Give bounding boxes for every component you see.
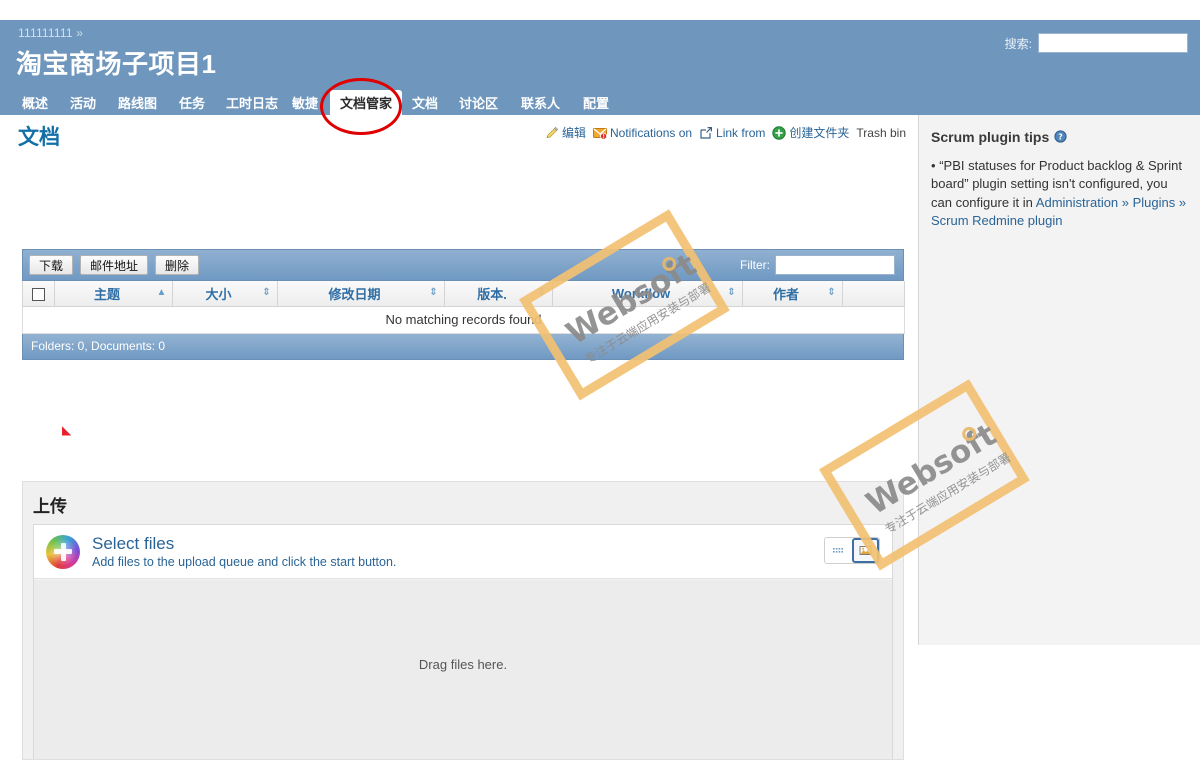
column-label-author: 作者 bbox=[772, 286, 799, 302]
list-view-button[interactable] bbox=[825, 538, 852, 563]
select-all-header[interactable] bbox=[22, 281, 55, 307]
filter-input[interactable] bbox=[775, 255, 895, 275]
column-label-modified: 修改日期 bbox=[328, 286, 381, 302]
search-label: 搜索: bbox=[1004, 36, 1032, 51]
create-folder-label[interactable]: 创建文件夹 bbox=[789, 124, 849, 141]
table-header-row: 主题 ▲ 大小 ⇕ 修改日期 ⇕ 版本. ⇕ Workflow ⇕ 作者 ⇕ bbox=[22, 281, 905, 307]
page-root: 111111111 » 淘宝商场子项目1 搜索: 概述 活动 路线图 任务 工时… bbox=[0, 0, 1200, 760]
upload-section: 上传 Select files Add files to the upload … bbox=[22, 481, 904, 760]
documents-panel: 下载 邮件地址 删除 Filter: 主题 ▲ 大小 ⇕ 修改日期 ⇕ 版本. … bbox=[22, 249, 905, 360]
trash-bin-label[interactable]: Trash bin bbox=[856, 126, 906, 140]
table-row: No matching records found bbox=[22, 306, 905, 334]
file-uploader: Select files Add files to the upload que… bbox=[33, 524, 893, 759]
filter-group: Filter: bbox=[740, 255, 895, 275]
filter-label: Filter: bbox=[740, 258, 770, 272]
documents-table: 主题 ▲ 大小 ⇕ 修改日期 ⇕ 版本. ⇕ Workflow ⇕ 作者 ⇕ N… bbox=[22, 281, 905, 334]
content-title: 文档 bbox=[18, 126, 60, 149]
notifications-label[interactable]: Notifications on bbox=[610, 126, 692, 140]
tab-overview[interactable]: 概述 bbox=[18, 90, 52, 115]
sort-both-icon: ⇕ bbox=[827, 287, 836, 299]
thumbnail-view-button[interactable] bbox=[852, 538, 879, 563]
contextual-toolbar: 编辑 Notifications on Link from 创建文件夹 Tras… bbox=[545, 124, 906, 141]
main-content: 文档 编辑 Notifications on Link from 创建文件夹 T… bbox=[0, 115, 918, 760]
breadcrumb-separator: » bbox=[76, 26, 84, 40]
delete-button[interactable]: 删除 bbox=[155, 255, 200, 275]
edit-label[interactable]: 编辑 bbox=[562, 124, 586, 141]
page-title-project: 淘宝商场子项目1 bbox=[16, 49, 217, 79]
column-header-modified[interactable]: 修改日期 ⇕ bbox=[277, 281, 445, 307]
tab-roadmap[interactable]: 路线图 bbox=[114, 90, 161, 115]
tab-dmsf[interactable]: 文档管家 bbox=[330, 90, 403, 115]
table-toolbar: 下载 邮件地址 删除 Filter: bbox=[22, 249, 904, 281]
drop-zone[interactable]: Drag files here. bbox=[34, 580, 892, 759]
project-tabs: 概述 活动 路线图 任务 工时日志 敏捷 文档管家 文档 讨论区 联系人 配置 bbox=[0, 88, 1200, 115]
notifications-action[interactable]: Notifications on bbox=[593, 126, 692, 140]
add-files-icon[interactable] bbox=[46, 534, 80, 569]
sort-both-icon: ⇕ bbox=[727, 287, 736, 299]
view-toggle-group bbox=[824, 537, 880, 564]
breadcrumb-project-link[interactable]: 111111111 bbox=[18, 26, 73, 40]
tab-boards[interactable]: 讨论区 bbox=[455, 90, 502, 115]
empty-message-cell: No matching records found bbox=[22, 306, 905, 334]
sidebar: Scrum plugin tips ? • “PBI statuses for … bbox=[918, 115, 1200, 645]
column-header-title[interactable]: 主题 ▲ bbox=[54, 281, 173, 307]
select-all-checkbox[interactable] bbox=[32, 287, 45, 301]
sort-both-icon: ⇕ bbox=[429, 287, 438, 299]
search-input[interactable] bbox=[1038, 33, 1188, 53]
column-header-size[interactable]: 大小 ⇕ bbox=[172, 281, 278, 307]
column-header-version[interactable]: 版本. ⇕ bbox=[444, 281, 553, 307]
tab-documents[interactable]: 文档 bbox=[408, 90, 442, 115]
column-label-size: 大小 bbox=[205, 286, 232, 302]
upload-instructions: Add files to the upload queue and click … bbox=[92, 555, 397, 570]
column-label-workflow: Workflow bbox=[611, 285, 671, 301]
edit-action[interactable]: 编辑 bbox=[545, 124, 586, 141]
tab-issues[interactable]: 任务 bbox=[175, 90, 209, 115]
link-from-action[interactable]: Link from bbox=[699, 126, 765, 140]
external-link-icon bbox=[699, 126, 713, 140]
drop-zone-text: Drag files here. bbox=[418, 657, 508, 672]
download-button[interactable]: 下载 bbox=[29, 255, 74, 275]
svg-text:?: ? bbox=[1058, 132, 1063, 141]
sort-both-icon: ⇕ bbox=[262, 287, 271, 299]
create-folder-action[interactable]: 创建文件夹 bbox=[772, 124, 849, 141]
tab-timelog[interactable]: 工时日志 bbox=[222, 90, 282, 115]
pencil-icon bbox=[545, 126, 559, 140]
uploader-text-group: Select files Add files to the upload que… bbox=[92, 534, 396, 570]
tab-activity[interactable]: 活动 bbox=[66, 90, 100, 115]
notification-icon bbox=[593, 126, 607, 140]
column-label-title: 主题 bbox=[93, 286, 120, 302]
thumbnail-view-icon bbox=[859, 544, 873, 558]
uploader-header: Select files Add files to the upload que… bbox=[34, 525, 892, 579]
tab-settings[interactable]: 配置 bbox=[579, 90, 613, 115]
help-icon[interactable]: ? bbox=[1054, 130, 1068, 144]
tab-contacts[interactable]: 联系人 bbox=[517, 90, 564, 115]
upload-section-title: 上传 bbox=[33, 497, 67, 516]
sidebar-title: Scrum plugin tips bbox=[931, 129, 1050, 145]
tab-agile[interactable]: 敏捷 bbox=[288, 90, 322, 115]
sidebar-tip-body: • “PBI statuses for Product backlog & Sp… bbox=[931, 157, 1188, 231]
site-header: 111111111 » 淘宝商场子项目1 搜索: 概述 活动 路线图 任务 工时… bbox=[0, 20, 1200, 115]
breadcrumb: 111111111 » bbox=[18, 26, 83, 40]
sort-both-icon: ⇕ bbox=[537, 287, 546, 299]
table-footer-counts: Folders: 0, Documents: 0 bbox=[22, 333, 904, 360]
column-header-workflow[interactable]: Workflow ⇕ bbox=[552, 281, 743, 307]
list-view-icon bbox=[832, 544, 846, 558]
column-header-actions bbox=[842, 281, 905, 307]
email-address-button[interactable]: 邮件地址 bbox=[80, 255, 149, 275]
add-circle-icon bbox=[772, 125, 787, 140]
select-files-link[interactable]: Select files bbox=[92, 534, 396, 554]
red-marker-icon: ◣ bbox=[62, 423, 72, 437]
bullet-icon: • bbox=[931, 158, 936, 173]
sort-asc-icon: ▲ bbox=[156, 287, 167, 299]
search-box: 搜索: bbox=[1005, 33, 1188, 53]
column-header-author[interactable]: 作者 ⇕ bbox=[742, 281, 843, 307]
column-label-version: 版本. bbox=[477, 286, 507, 302]
link-from-label[interactable]: Link from bbox=[716, 126, 765, 140]
sidebar-title-group: Scrum plugin tips ? bbox=[931, 129, 1188, 145]
